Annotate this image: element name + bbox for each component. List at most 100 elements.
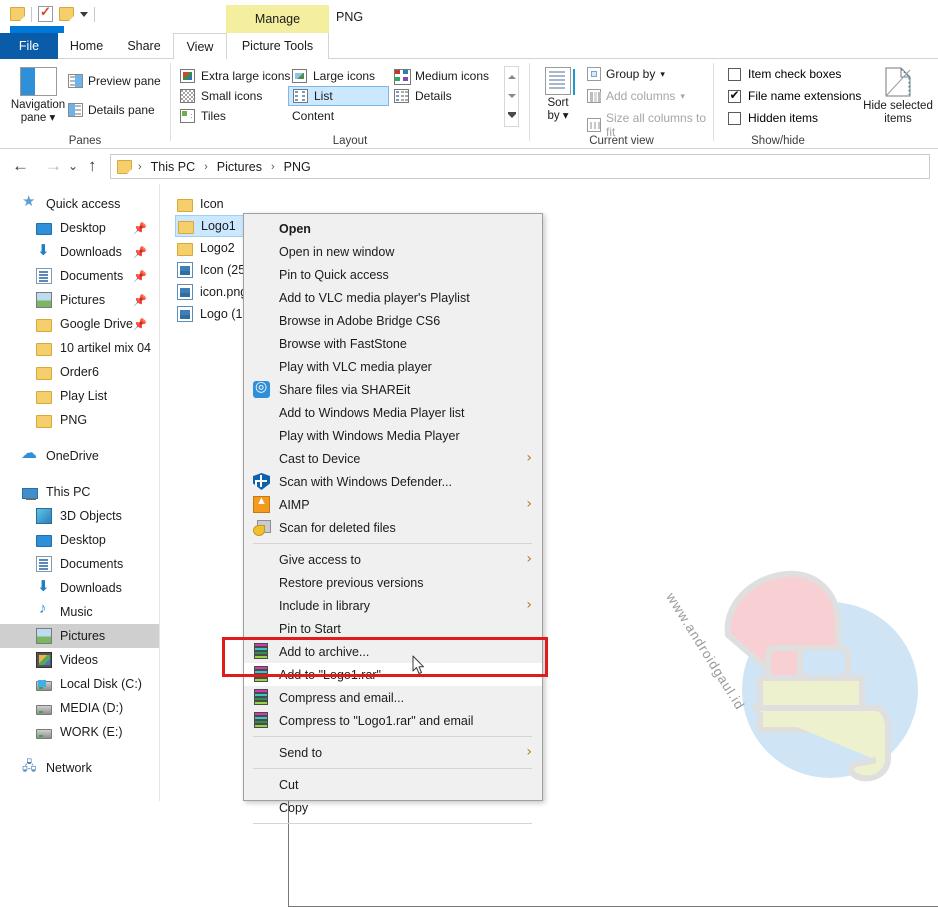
hide-selected-items-button[interactable]: Hide selected items xyxy=(860,67,936,126)
sidebar-item-pc-pictures[interactable]: Pictures xyxy=(0,624,159,648)
sidebar-item-network[interactable]: Network xyxy=(0,756,159,780)
sidebar-item-media-d[interactable]: MEDIA (D:) xyxy=(0,696,159,720)
group-by-button[interactable]: Group by ▾ xyxy=(587,67,665,81)
sidebar-item-pc-downloads[interactable]: Downloads xyxy=(0,576,159,600)
sidebar-item-work-e[interactable]: WORK (E:) xyxy=(0,720,159,744)
checkbox-checked-icon[interactable] xyxy=(728,88,741,103)
properties-icon[interactable] xyxy=(38,4,53,22)
forward-button[interactable]: → xyxy=(45,156,62,176)
menu-item-pin-to-quick-access[interactable]: Pin to Quick access xyxy=(244,263,542,286)
menu-item-aimp[interactable]: AIMP › xyxy=(244,493,542,516)
menu-item-send-to[interactable]: Send to › xyxy=(244,741,542,764)
details-pane-button[interactable]: Details pane xyxy=(68,103,155,117)
menu-item-copy[interactable]: Copy xyxy=(244,796,542,819)
preview-pane-button[interactable]: Preview pane xyxy=(68,74,161,88)
sidebar-item-10-artikel-mix[interactable]: 10 artikel mix 04-11 xyxy=(0,336,159,360)
menu-item-share-via-shareit[interactable]: Share files via SHAREit xyxy=(244,378,542,401)
navigation-pane-button[interactable]: Navigation pane ▾ xyxy=(8,67,68,125)
breadcrumb-item-this-pc[interactable]: This PC xyxy=(148,159,198,175)
sidebar-item-documents[interactable]: Documents 📌 xyxy=(0,264,159,288)
menu-item-add-to-vlc-playlist[interactable]: Add to VLC media player's Playlist xyxy=(244,286,542,309)
checkbox-icon[interactable] xyxy=(728,67,741,81)
nav-header-quick-access[interactable]: Quick access xyxy=(0,192,159,216)
layout-gallery-scroller[interactable] xyxy=(504,66,519,127)
menu-item-pin-to-start[interactable]: Pin to Start xyxy=(244,617,542,640)
recent-locations-button[interactable]: ⌄ xyxy=(68,159,78,173)
layout-large-icons[interactable]: Large icons xyxy=(288,66,379,86)
menu-item-add-to-archive[interactable]: Add to archive... xyxy=(244,640,542,663)
list-item[interactable]: Icon xyxy=(175,193,285,215)
sort-by-button[interactable]: Sort by ▾ xyxy=(538,67,578,123)
menu-separator xyxy=(253,768,532,769)
sidebar-item-png[interactable]: PNG xyxy=(0,408,159,432)
menu-item-add-to-logo1-rar[interactable]: Add to "Logo1.rar" xyxy=(244,663,542,686)
layout-small-icons[interactable]: Small icons xyxy=(176,86,266,106)
menu-item-compress-and-email[interactable]: Compress and email... xyxy=(244,686,542,709)
up-button[interactable]: ↑ xyxy=(88,156,97,176)
tab-file[interactable]: File xyxy=(0,33,58,59)
sidebar-item-play-list[interactable]: Play List xyxy=(0,384,159,408)
menu-item-play-with-wmp[interactable]: Play with Windows Media Player xyxy=(244,424,542,447)
layout-content[interactable]: Content xyxy=(288,106,938,907)
hidden-items-checkbox[interactable]: Hidden items xyxy=(728,111,818,125)
tab-home[interactable]: Home xyxy=(58,33,115,59)
menu-item-cut[interactable]: Cut xyxy=(244,773,542,796)
layout-details[interactable]: Details xyxy=(390,86,456,106)
sidebar-item-music[interactable]: Music xyxy=(0,600,159,624)
sidebar-item-pc-documents[interactable]: Documents xyxy=(0,552,159,576)
sidebar-item-google-drive[interactable]: Google Drive 📌 xyxy=(0,312,159,336)
quick-access-toolbar[interactable] xyxy=(10,4,95,22)
checkbox-icon[interactable] xyxy=(728,111,741,125)
scroll-up-icon[interactable] xyxy=(507,74,516,79)
sidebar-item-this-pc[interactable]: This PC xyxy=(0,480,159,504)
layout-list[interactable]: List xyxy=(288,86,389,106)
menu-item-open-in-new-window[interactable]: Open in new window xyxy=(244,240,542,263)
scroll-down-icon[interactable] xyxy=(507,94,516,99)
tab-picture-tools[interactable]: Picture Tools xyxy=(227,33,329,60)
breadcrumb[interactable]: › This PC › Pictures › PNG xyxy=(110,154,930,179)
breadcrumb-item-png[interactable]: PNG xyxy=(281,159,314,175)
customize-dropdown-icon[interactable] xyxy=(80,11,88,17)
menu-item-play-with-vlc[interactable]: Play with VLC media player xyxy=(244,355,542,378)
sidebar-item-local-disk-c[interactable]: Local Disk (C:) xyxy=(0,672,159,696)
new-folder-icon[interactable] xyxy=(59,7,74,21)
folder-icon[interactable] xyxy=(10,7,25,21)
menu-item-add-to-wmp-list[interactable]: Add to Windows Media Player list xyxy=(244,401,542,424)
breadcrumb-item-pictures[interactable]: Pictures xyxy=(214,159,265,175)
sidebar-item-downloads[interactable]: Downloads 📌 xyxy=(0,240,159,264)
download-icon xyxy=(36,241,52,260)
menu-item-browse-adobe-bridge[interactable]: Browse in Adobe Bridge CS6 xyxy=(244,309,542,332)
layout-tiles[interactable]: Tiles xyxy=(176,106,230,126)
sidebar-item-3d-objects[interactable]: 3D Objects xyxy=(0,504,159,528)
sidebar-item-pc-desktop[interactable]: Desktop xyxy=(0,528,159,552)
large-icons-icon xyxy=(292,69,307,83)
pin-icon: 📌 xyxy=(133,271,147,283)
tab-share[interactable]: Share xyxy=(115,33,173,59)
navigation-pane-label-line2: pane ▾ xyxy=(20,112,56,124)
sidebar-item-desktop[interactable]: Desktop 📌 xyxy=(0,216,159,240)
menu-item-browse-faststone[interactable]: Browse with FastStone xyxy=(244,332,542,355)
menu-item-compress-to-logo1-rar-and-email[interactable]: Compress to "Logo1.rar" and email xyxy=(244,709,542,732)
sidebar-item-order6[interactable]: Order6 xyxy=(0,360,159,384)
menu-item-restore-previous-versions[interactable]: Restore previous versions xyxy=(244,571,542,594)
menu-item-scan-for-deleted-files[interactable]: Scan for deleted files xyxy=(244,516,542,539)
sidebar-item-onedrive[interactable]: OneDrive xyxy=(0,443,159,468)
item-check-boxes-checkbox[interactable]: Item check boxes xyxy=(728,67,841,81)
file-name-extensions-checkbox[interactable]: File name extensions xyxy=(728,88,861,103)
list-item[interactable]: Logo1 xyxy=(175,215,247,237)
menu-item-cast-to-device[interactable]: Cast to Device › xyxy=(244,447,542,470)
monitor-icon xyxy=(36,535,52,547)
menu-item-open[interactable]: Open xyxy=(244,217,542,240)
tab-view[interactable]: View xyxy=(173,33,227,60)
menu-item-scan-windows-defender[interactable]: Scan with Windows Defender... xyxy=(244,470,542,493)
menu-item-give-access-to[interactable]: Give access to › xyxy=(244,548,542,571)
add-columns-button[interactable]: Add columns ▾ xyxy=(587,89,685,103)
layout-extra-large-icons[interactable]: Extra large icons xyxy=(176,66,294,86)
sidebar-item-videos[interactable]: Videos xyxy=(0,648,159,672)
context-menu[interactable]: Open Open in new window Pin to Quick acc… xyxy=(243,213,543,824)
sidebar-item-pictures[interactable]: Pictures 📌 xyxy=(0,288,159,312)
layout-medium-icons[interactable]: Medium icons xyxy=(390,66,493,86)
back-button[interactable]: ← xyxy=(12,156,29,176)
gallery-more-icon[interactable] xyxy=(507,112,516,119)
menu-item-include-in-library[interactable]: Include in library › xyxy=(244,594,542,617)
